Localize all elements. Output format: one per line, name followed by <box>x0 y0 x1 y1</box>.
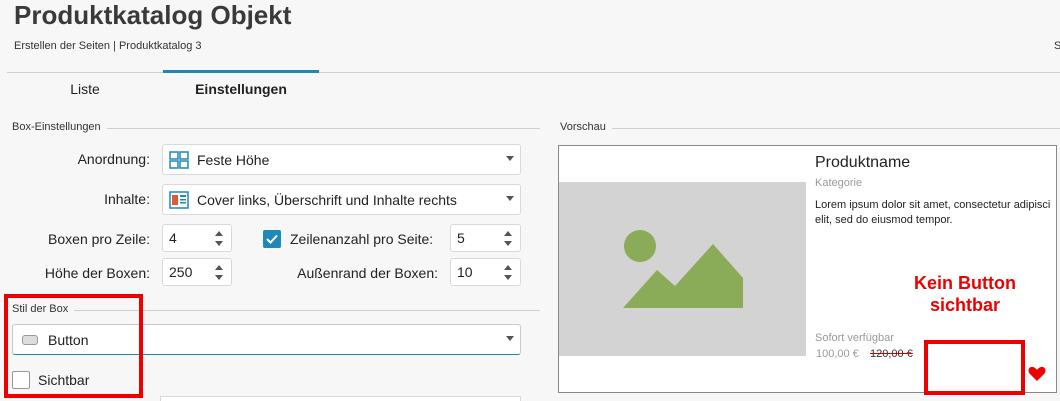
tab-liste[interactable]: Liste <box>7 81 163 97</box>
zeilenanzahl-label: Zeilenanzahl pro Seite: <box>290 231 434 247</box>
chevron-down-icon <box>506 156 514 161</box>
breadcrumb: Erstellen der Seiten | Produktkatalog 3 <box>14 40 202 52</box>
preview-description: Lorem ipsum dolor sit amet, consectetur … <box>815 199 1051 226</box>
stepper-down-icon[interactable] <box>215 275 223 280</box>
next-field-edge <box>160 396 521 401</box>
chevron-down-icon <box>506 196 514 201</box>
aussenrand-value: 10 <box>457 264 473 280</box>
inhalte-value: Cover links, Überschrift und Inhalte rec… <box>197 191 457 208</box>
anordnung-label: Anordnung: <box>77 151 150 167</box>
annotation-missing-button-box <box>924 340 1025 395</box>
boxen-pro-zeile-stepper[interactable]: 4 <box>162 224 232 252</box>
active-tab-indicator <box>163 70 319 73</box>
stepper-up-icon[interactable] <box>215 231 223 236</box>
truncated-header-text: S <box>1054 40 1060 52</box>
preview-old-price: 120,00 € <box>870 348 913 360</box>
heart-icon[interactable] <box>1028 366 1046 382</box>
image-placeholder-icon <box>559 182 806 356</box>
tab-einstellungen[interactable]: Einstellungen <box>163 81 319 97</box>
section-label-preview: Vorschau <box>560 121 612 133</box>
inhalte-dropdown[interactable]: Cover links, Überschrift und Inhalte rec… <box>162 184 521 215</box>
section-label-box-settings: Box-Einstellungen <box>12 121 107 133</box>
grid-layout-icon <box>169 150 189 169</box>
stepper-down-icon[interactable] <box>504 275 512 280</box>
boxen-pro-zeile-label: Boxen pro Zeile: <box>48 231 150 247</box>
stepper-down-icon[interactable] <box>215 241 223 246</box>
annotation-highlight-box-style <box>4 294 143 398</box>
stepper-down-icon[interactable] <box>504 241 512 246</box>
cover-layout-icon <box>169 190 189 209</box>
stepper-up-icon[interactable] <box>504 231 512 236</box>
page-title: Produktkatalog Objekt <box>14 0 292 30</box>
anordnung-value: Feste Höhe <box>197 151 270 168</box>
zeilenanzahl-stepper[interactable]: 5 <box>450 224 521 252</box>
stepper-up-icon[interactable] <box>504 265 512 270</box>
preview-price: 100,00 € <box>816 348 859 360</box>
preview-category: Kategorie <box>815 177 863 189</box>
aussenrand-label: Außenrand der Boxen: <box>297 265 438 281</box>
hoehe-boxen-label: Höhe der Boxen: <box>44 265 150 281</box>
checkmark-icon <box>266 234 278 244</box>
preview-availability: Sofort verfügbar <box>815 332 894 344</box>
zeilenanzahl-checkbox[interactable] <box>263 230 281 248</box>
anordnung-dropdown[interactable]: Feste Höhe <box>162 144 521 175</box>
chevron-down-icon <box>506 336 514 341</box>
section-divider <box>560 128 1060 129</box>
annotation-line-2: sichtbar <box>929 295 1001 315</box>
stepper-up-icon[interactable] <box>215 265 223 270</box>
inhalte-label: Inhalte: <box>104 191 150 207</box>
hoehe-boxen-value: 250 <box>169 264 193 280</box>
annotation-line-1: Kein Button <box>914 273 1016 293</box>
annotation-text: Kein Button sichtbar <box>890 272 1040 316</box>
preview-product-name: Produktname <box>815 154 911 171</box>
zeilenanzahl-value: 5 <box>457 230 465 246</box>
aussenrand-stepper[interactable]: 10 <box>450 258 521 286</box>
hoehe-boxen-stepper[interactable]: 250 <box>162 258 232 286</box>
boxen-pro-zeile-value: 4 <box>169 230 177 246</box>
